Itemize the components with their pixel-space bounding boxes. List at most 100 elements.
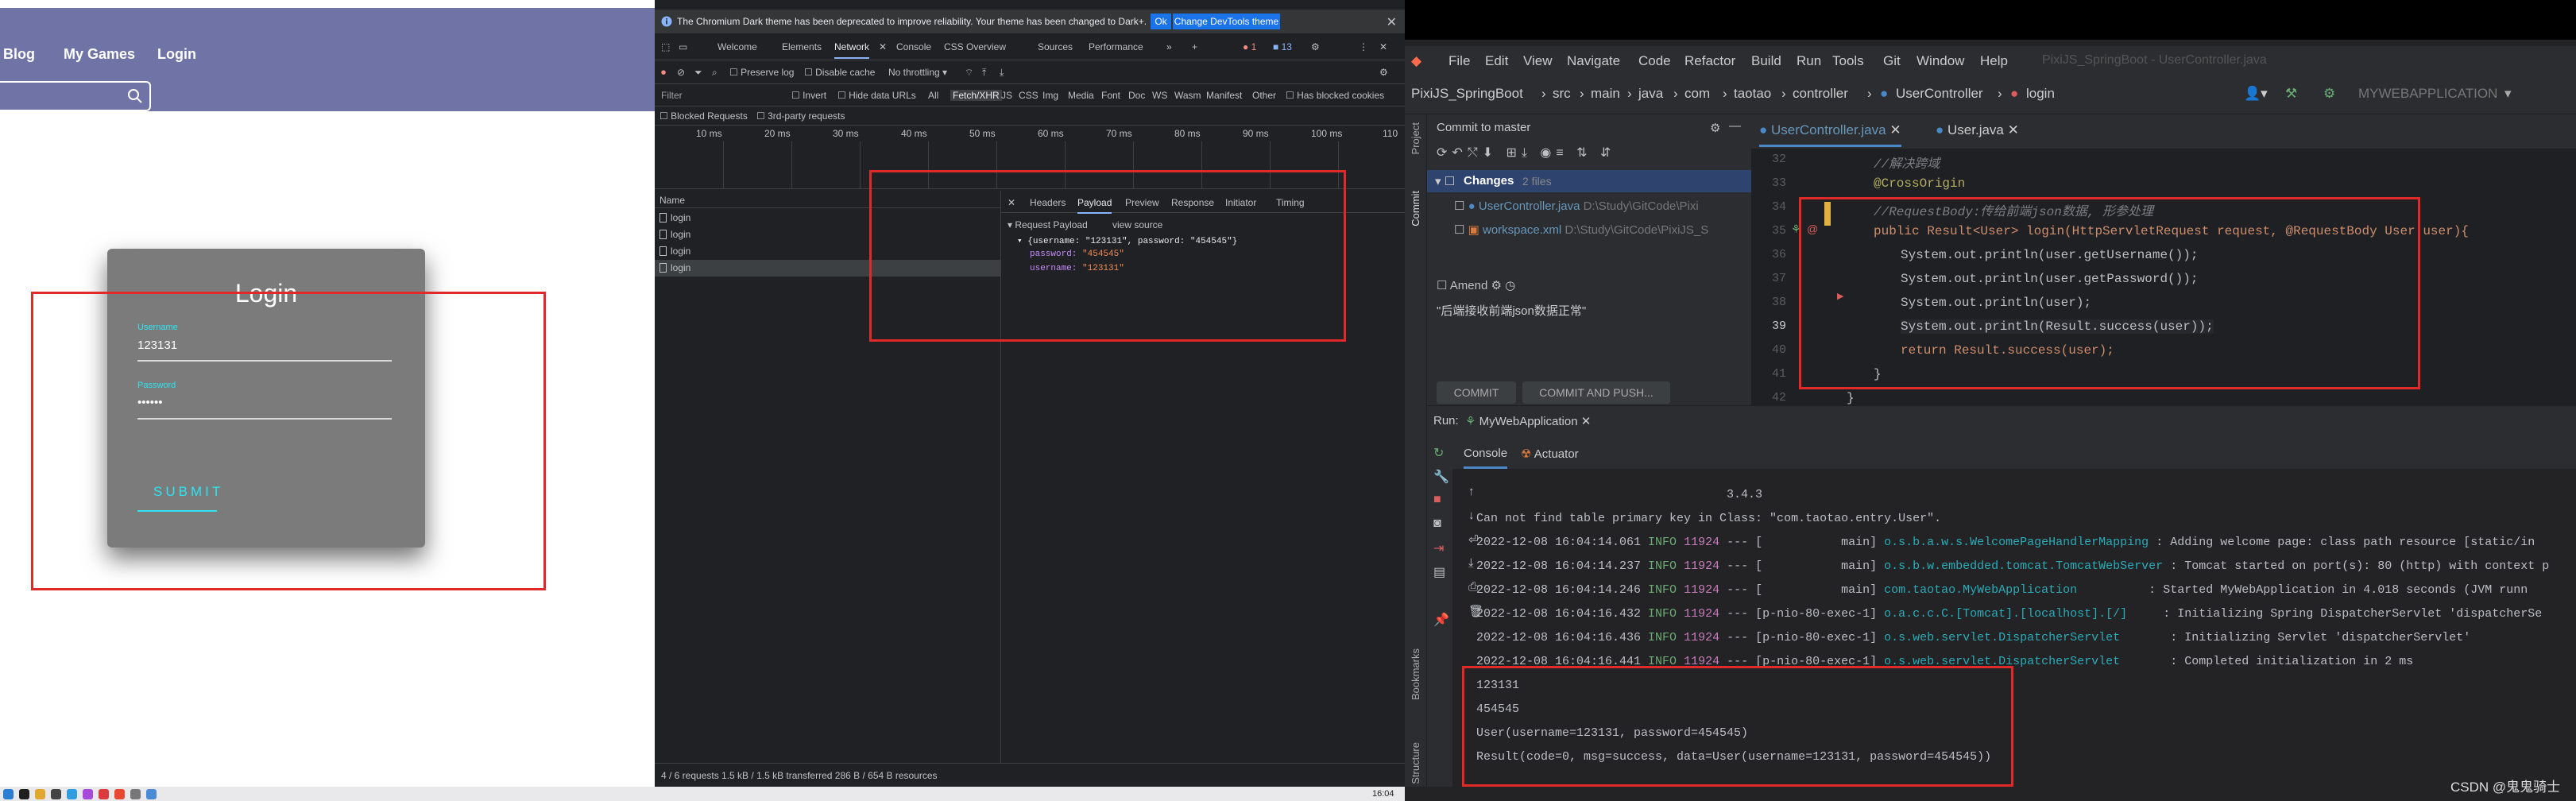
pin-icon[interactable]: 📌 [1433,612,1449,628]
payload-summary[interactable]: ▾ {username: "123131", password: "454545… [1017,235,1237,246]
type-filter-media[interactable]: Media [1068,90,1094,101]
password-field[interactable]: •••••• [137,396,163,409]
amend-settings-icon[interactable]: ⚙ ◷ [1491,279,1516,292]
menu-code[interactable]: Code [1638,53,1671,69]
close-tab-icon[interactable]: ✕ [879,41,887,52]
name-column-header[interactable]: Name [655,191,1001,208]
type-filter-js[interactable]: JS [1001,90,1012,101]
rerun-icon[interactable]: ↻ [1433,445,1444,461]
stop-icon[interactable]: ■ [1433,493,1441,507]
tab-user[interactable]: ● User.java ✕ [1936,122,2019,138]
camera-icon[interactable]: ◙ [1433,517,1441,531]
search-icon[interactable]: ⌕ [712,67,717,79]
panel-gear-icon[interactable]: ⚙ [1710,121,1720,135]
search-icon[interactable] [127,88,143,104]
store-icon[interactable] [146,789,157,799]
clear-icon[interactable]: ⊘ [677,67,685,78]
tool-icon[interactable] [99,789,109,799]
code-editor[interactable]: ● UserController.java ✕ ● User.java ✕ 32… [1751,114,2576,405]
edge-icon[interactable] [3,789,14,799]
menu-window[interactable]: Window [1917,53,1964,69]
type-filter-other[interactable]: Other [1252,90,1276,101]
import-icon[interactable]: ⤒ [982,67,986,79]
tab-preview[interactable]: Preview [1125,197,1159,208]
wrench-icon[interactable]: 🔧 [1433,469,1449,485]
type-filter-font[interactable]: Font [1101,90,1120,101]
error-badge[interactable]: ● 1 [1243,41,1256,52]
close-run-tab-icon[interactable]: ✕ [1581,415,1592,428]
chrome-icon[interactable] [114,789,125,799]
type-filter-img[interactable]: Img [1042,90,1058,101]
nav-my-games[interactable]: My Games [64,46,135,63]
preserve-log-checkbox[interactable]: ☐ Preserve log [729,67,794,78]
run-tab[interactable]: ⚘ MyWebApplication ✕ [1465,414,1591,428]
crumb-method[interactable]: login [2026,86,2055,102]
wifi-icon[interactable]: ⌔ [965,67,973,79]
menu-tools[interactable]: Tools [1832,53,1864,69]
crumb-com[interactable]: com [1684,86,1710,102]
gear-icon[interactable]: ⚙ [1311,41,1320,52]
build-hammer-icon[interactable]: ⚒ [2285,86,2297,102]
type-filter-ws[interactable]: WS [1152,90,1167,101]
project-tool[interactable]: Project [1410,122,1421,154]
tab-initiator[interactable]: Initiator [1225,197,1256,208]
menu-run[interactable]: Run [1797,53,1821,69]
tab-console[interactable]: Console [1464,447,1508,469]
menu-git[interactable]: Git [1883,53,1901,69]
filter-input[interactable]: Filter [661,90,683,101]
menu-edit[interactable]: Edit [1485,53,1508,69]
menu-file[interactable]: File [1449,53,1470,69]
nav-blog[interactable]: Blog [3,46,35,63]
terminal-icon[interactable] [19,789,29,799]
request-row[interactable]: login [655,243,1001,260]
app-icon[interactable] [51,789,61,799]
message-badge[interactable]: ■ 13 [1273,41,1292,52]
run-config-dropdown-icon[interactable]: ▾ [2504,86,2512,102]
console-output[interactable]: ↑ ↓ ⏎ ⤓ ⎙ 🗑 3.4.3 Can not find table prim… [1452,469,2576,787]
expand-icon[interactable]: ▾ ☐ [1435,174,1455,188]
crumb-controller[interactable]: controller [1793,86,1848,102]
inspect-icon[interactable]: ⬚ [661,41,670,52]
filter-icon[interactable]: ⏷ [694,67,702,79]
tab-payload[interactable]: Payload [1077,197,1112,214]
add-tab-icon[interactable]: + [1192,41,1197,52]
request-row-selected[interactable]: login [655,260,1001,277]
browser-icon[interactable] [67,789,77,799]
record-icon[interactable]: ⏺ [661,67,666,79]
changes-group[interactable]: ▾ ☐ Changes 2 files [1427,170,1751,192]
menu-refactor[interactable]: Refactor [1684,53,1735,69]
ide-icon[interactable] [83,789,93,799]
menu-build[interactable]: Build [1751,53,1781,69]
tab-headers[interactable]: Headers [1030,197,1066,208]
scroll-up-icon[interactable]: ↑ [1468,485,1475,498]
changed-file-row[interactable]: ☐ ▣ workspace.xml D:\Study\GitCode\PixiJ… [1454,222,1708,237]
type-filter-doc[interactable]: Doc [1128,90,1145,101]
type-filter-manifest[interactable]: Manifest [1206,90,1242,101]
settings-icon[interactable] [130,789,141,799]
commit-and-push-button[interactable]: COMMIT AND PUSH... [1522,381,1670,404]
close-tab-icon[interactable]: ✕ [1889,122,1901,137]
submit-button[interactable]: SUBMIT [153,484,223,500]
structure-tool[interactable]: Structure [1410,742,1421,784]
tab-elements[interactable]: Elements [782,41,822,52]
crumb-main[interactable]: main [1591,86,1620,102]
panel-minimize-icon[interactable]: — [1729,119,1741,133]
folder-icon[interactable] [35,789,45,799]
close-icon[interactable]: ✕ [1387,14,1397,30]
menu-navigate[interactable]: Navigate [1567,53,1620,69]
commit-tool[interactable]: Commit [1410,191,1421,226]
crumb-project[interactable]: PixiJS_SpringBoot [1411,86,1523,102]
tab-timing[interactable]: Timing [1276,197,1305,208]
menu-view[interactable]: View [1523,53,1553,69]
gutter-breakpoint-icon[interactable]: @ [1807,222,1818,235]
change-theme-button[interactable]: Change DevTools theme [1173,14,1280,29]
scroll-end-icon[interactable]: ⤓ [1468,556,1474,570]
crumb-java[interactable]: java [1638,86,1663,102]
scroll-down-icon[interactable]: ↓ [1468,509,1475,522]
tab-network[interactable]: Network [834,41,870,59]
device-icon[interactable]: ▭ [679,41,687,52]
gutter-bean-icon[interactable]: ⚘ [1791,222,1801,236]
request-row[interactable]: login [655,226,1001,243]
commit-toolbar-icons[interactable]: ⟳↶⤲⬇ ⊞⤓ ◉≡ ⇅ ⇵ [1437,145,1615,161]
type-filter-css[interactable]: CSS [1019,90,1039,101]
